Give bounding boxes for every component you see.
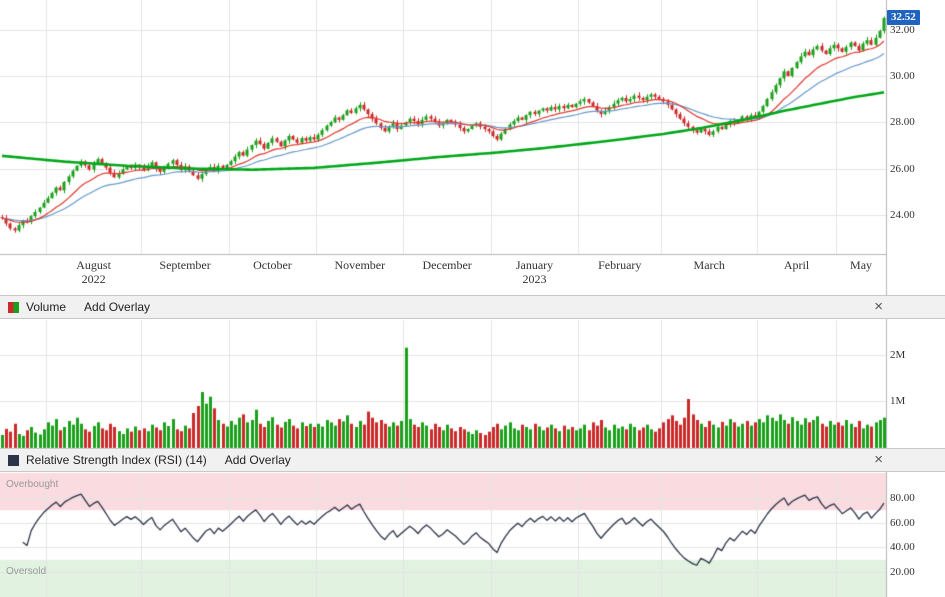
chart-root: 32.52 Volume Add Overlay × Relative Stre… [0,0,945,597]
last-price-badge: 32.52 [887,10,920,25]
price-axis-tick: 24.00 [890,209,915,221]
volume-panel-close-button[interactable]: × [874,299,883,314]
month-label: May [816,259,906,271]
rsi-axis-tick: 40.00 [890,541,915,553]
rsi-add-overlay-link[interactable]: Add Overlay [225,453,291,467]
month-label: March [664,259,754,271]
year-label: 2023 [490,273,580,285]
year-label: 2022 [49,273,139,285]
volume-panel-header: Volume Add Overlay × [0,295,945,319]
month-label: November [315,259,405,271]
price-axis-tick: 32.00 [890,24,915,36]
month-label: February [575,259,665,271]
price-axis-tick: 28.00 [890,116,915,128]
rsi-axis-tick: 60.00 [890,517,915,529]
month-label: September [140,259,230,271]
rsi-panel-title: Relative Strength Index (RSI) (14) [26,453,207,467]
volume-axis-tick: 1M [890,395,905,407]
overbought-band-label: Overbought [6,479,58,490]
rsi-panel-close-button[interactable]: × [874,452,883,467]
rsi-legend-icon [8,455,19,466]
month-label: December [402,259,492,271]
price-axis-tick: 30.00 [890,70,915,82]
volume-legend-icon [8,302,19,313]
volume-panel-title: Volume [26,300,66,314]
rsi-panel-header: Relative Strength Index (RSI) (14) Add O… [0,448,945,472]
volume-add-overlay-link[interactable]: Add Overlay [84,300,150,314]
oversold-band-label: Oversold [6,566,46,577]
month-label: January [490,259,580,271]
volume-axis-tick: 2M [890,349,905,361]
rsi-axis-tick: 80.00 [890,492,915,504]
month-label: August [49,259,139,271]
month-label: October [227,259,317,271]
price-axis-tick: 26.00 [890,163,915,175]
rsi-axis-tick: 20.00 [890,566,915,578]
